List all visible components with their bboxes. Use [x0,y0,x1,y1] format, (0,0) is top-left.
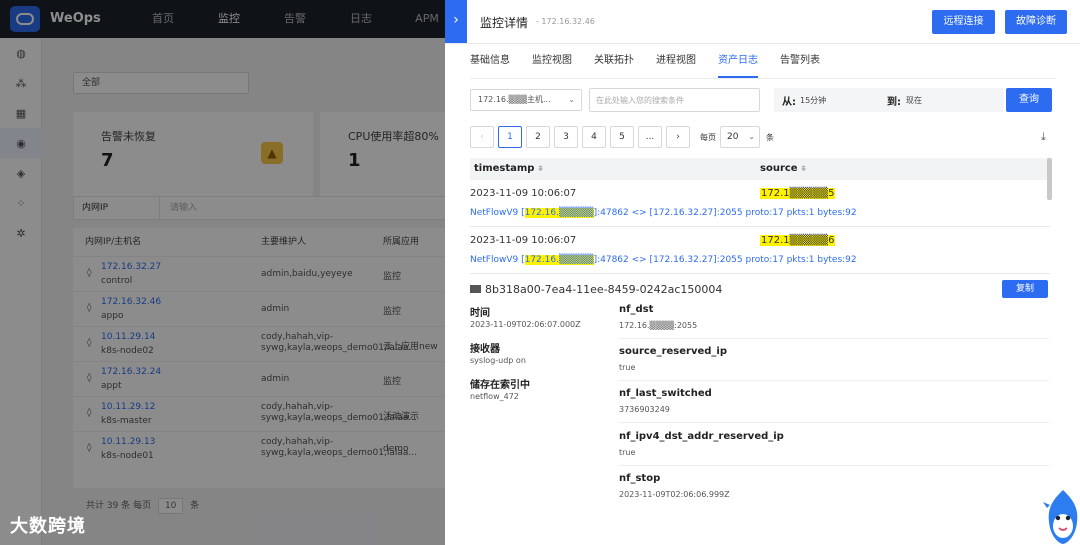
msg-suffix: ]:47862 <> [172.16.32.27]:2055 proto:17 … [593,255,857,265]
download-icon[interactable]: ⤓ [1041,130,1046,144]
log-timestamp: 2023-11-09 10:06:07 [470,235,577,246]
tab-asset-log[interactable]: 资产日志 [718,54,758,78]
header-divider [445,43,1080,44]
page-size-select[interactable]: 20 ⌄ [720,126,760,148]
field-divider [619,465,1049,466]
log-pager: ‹ 1 2 3 4 5 ... › 每页 20 ⌄ 条 [470,126,774,148]
time-range-picker[interactable]: 从: 15分钟 到: 现在 [774,88,1004,112]
from-label: 从: [782,97,796,108]
msg-highlight: 172.16.▒▒▒▒▒ [524,255,594,265]
page-button[interactable]: 4 [582,126,606,148]
from-value[interactable]: 15分钟 [800,95,826,106]
drawer-title: 监控详情 [480,16,529,30]
log-timestamp: 2023-11-09 10:06:07 [470,188,577,199]
page-button[interactable]: 3 [554,126,578,148]
host-ip-select-value: 172.16.▒▒▒主机... [478,95,551,104]
log-message: NetFlowV9 [172.16.▒▒▒▒▒]:47862 <> [172.1… [470,255,857,265]
host-ip-select[interactable]: 172.16.▒▒▒主机... ⌄ [470,89,582,111]
field-divider [619,338,1049,339]
field-divider [619,380,1049,381]
row-divider [470,273,1050,274]
log-search-input[interactable] [589,88,760,112]
meta-label-index: 储存在索引中 [470,380,530,391]
msg-prefix: NetFlowV9 [ [470,255,525,265]
meta-label-receiver: 接收器 [470,344,500,355]
column-header-timestamp[interactable]: timestamp ⩩ [474,163,543,174]
watermark-text: 大数跨境 [10,516,86,537]
field-key: source_reserved_ip [619,346,728,357]
field-key: nf_last_switched [619,388,712,399]
tab-topology[interactable]: 关联拓扑 [594,54,634,78]
page-button[interactable]: 5 [610,126,634,148]
field-divider [619,422,1049,423]
log-message: NetFlowV9 [172.16.▒▒▒▒▒]:47862 <> [172.1… [470,208,857,218]
column-header-label: source [760,163,798,174]
log-source: 172.1▒▒▒▒▒5 [760,188,836,199]
field-key: nf_stop [619,473,661,484]
tab-monitor-view[interactable]: 监控视图 [532,54,572,78]
assistant-mascot-icon[interactable] [1043,488,1080,545]
msg-suffix: ]:47862 <> [172.16.32.27]:2055 proto:17 … [593,208,857,218]
field-value: 2023-11-09T02:06:06.999Z [619,490,730,499]
meta-value-time: 2023-11-09T02:06:07.000Z [470,320,581,329]
meta-value-index: netflow_472 [470,392,519,401]
query-button[interactable]: 查询 [1006,88,1052,112]
drawer-subtitle: - 172.16.32.46 [536,17,595,26]
filter-icon[interactable]: ⩩ [538,164,542,173]
to-label: 到: [887,97,901,108]
copy-button[interactable]: 复制 [1002,280,1048,298]
column-header-label: timestamp [474,163,535,174]
log-source: 172.1▒▒▒▒▒6 [760,235,836,246]
field-value: true [619,363,636,372]
msg-prefix: NetFlowV9 [ [470,208,525,218]
meta-value-receiver: syslog-udp on [470,356,526,365]
page-ellipsis[interactable]: ... [638,126,662,148]
meta-label-time: 时间 [470,308,490,319]
log-table-header: timestamp ⩩ source ⩩ [470,158,1050,180]
msg-highlight: 172.16.▒▒▒▒▒ [524,208,594,218]
field-value: true [619,448,636,457]
log-id-text: 8b318a00-7ea4-11ee-8459-0242ac150004 [485,283,723,296]
monitor-detail-drawer: › 监控详情 - 172.16.32.46 远程连接 故障诊断 基础信息 监控视… [445,0,1080,545]
row-divider [470,226,1050,227]
filter-icon[interactable]: ⩩ [802,164,806,173]
page-size-value: 20 [727,132,739,142]
field-key: nf_ipv4_dst_addr_reserved_ip [619,431,784,442]
page-button[interactable]: 2 [526,126,550,148]
next-page-button[interactable]: › [666,126,690,148]
per-page-label: 每页 [700,132,716,142]
tab-alert-list[interactable]: 告警列表 [780,54,820,78]
collapse-drawer-button[interactable]: › [445,0,467,43]
field-value: 172.16.▒▒▒▒:2055 [619,321,698,330]
scrollbar[interactable] [1047,158,1052,200]
remote-connect-button[interactable]: 远程连接 [932,10,995,34]
column-header-source[interactable]: source ⩩ [760,163,806,174]
tab-process-view[interactable]: 进程视图 [656,54,696,78]
fault-diagnosis-button[interactable]: 故障诊断 [1005,10,1067,34]
tab-basic-info[interactable]: 基础信息 [470,54,510,78]
modal-mask[interactable] [0,0,445,545]
tabs-divider [470,78,1055,79]
prev-page-button[interactable]: ‹ [470,126,494,148]
chevron-down-icon: ⌄ [568,95,575,104]
to-value[interactable]: 现在 [906,95,922,106]
envelope-icon [470,285,481,293]
log-detail-id: 8b318a00-7ea4-11ee-8459-0242ac150004 [470,283,722,296]
field-value: 3736903249 [619,405,670,414]
detail-tabs: 基础信息 监控视图 关联拓扑 进程视图 资产日志 告警列表 [470,54,842,78]
page-button[interactable]: 1 [498,126,522,148]
per-page-unit: 条 [766,132,774,142]
chevron-down-icon: ⌄ [748,132,755,141]
field-key: nf_dst [619,304,654,315]
